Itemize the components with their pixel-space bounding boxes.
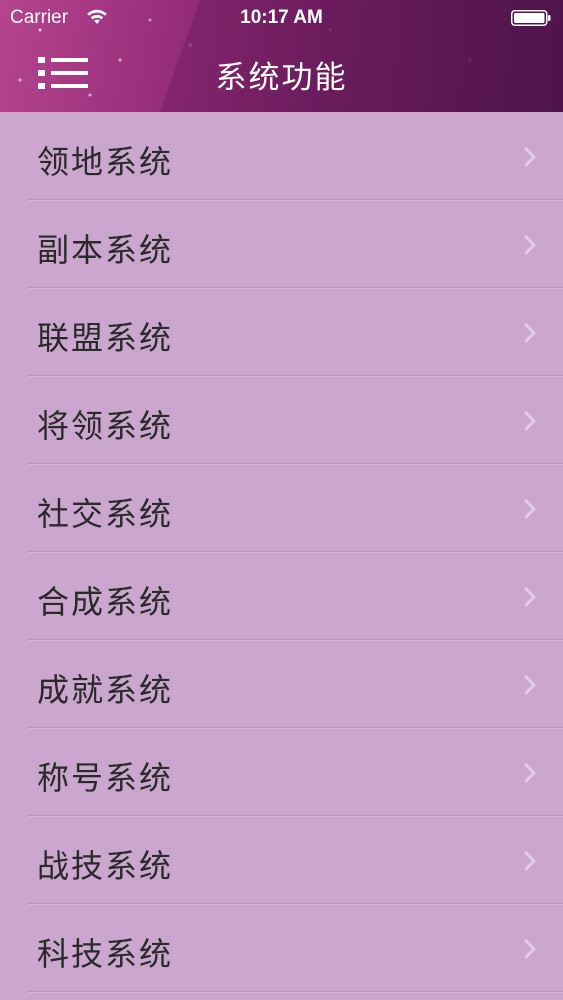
list-item-label: 副本系统	[37, 231, 174, 269]
status-bar: Carrier 10:17 AM	[0, 0, 563, 36]
status-time: 10:17 AM	[240, 7, 323, 28]
chevron-right-icon	[524, 235, 536, 255]
chevron-right-icon	[524, 323, 536, 343]
list-item[interactable]: 领地系统	[0, 112, 563, 200]
list-item[interactable]: 社交系统	[0, 464, 563, 552]
list-item-label: 联盟系统	[37, 319, 174, 357]
chevron-right-icon	[524, 851, 536, 871]
list-item[interactable]: 成就系统	[0, 640, 563, 728]
list-item[interactable]: 将领系统	[0, 376, 563, 464]
list-item-label: 科技系统	[37, 935, 174, 973]
chevron-right-icon	[524, 147, 536, 167]
list-item-label: 领地系统	[37, 143, 174, 181]
chevron-right-icon	[524, 499, 536, 519]
battery-icon	[511, 10, 551, 26]
list-item-label: 称号系统	[37, 759, 174, 797]
chevron-right-icon	[524, 587, 536, 607]
chevron-right-icon	[524, 763, 536, 783]
list-item[interactable]: 战技系统	[0, 816, 563, 904]
list-item-label: 合成系统	[37, 583, 174, 621]
list-item[interactable]: 副本系统	[0, 200, 563, 288]
system-function-list: 领地系统副本系统联盟系统将领系统社交系统合成系统成就系统称号系统战技系统科技系统	[0, 112, 563, 992]
navigation-header: Carrier 10:17 AM 系统功能	[0, 0, 563, 112]
row-divider	[28, 991, 563, 992]
chevron-right-icon	[524, 675, 536, 695]
page-title: 系统功能	[215, 60, 348, 96]
chevron-right-icon	[524, 939, 536, 959]
list-item[interactable]: 合成系统	[0, 552, 563, 640]
chevron-right-icon	[524, 411, 536, 431]
list-item-label: 战技系统	[37, 847, 174, 885]
list-item[interactable]: 科技系统	[0, 904, 563, 992]
list-item[interactable]: 联盟系统	[0, 288, 563, 376]
list-item-label: 成就系统	[37, 671, 174, 709]
list-item-label: 将领系统	[37, 407, 174, 445]
list-item[interactable]: 称号系统	[0, 728, 563, 816]
list-item-label: 社交系统	[37, 495, 174, 533]
